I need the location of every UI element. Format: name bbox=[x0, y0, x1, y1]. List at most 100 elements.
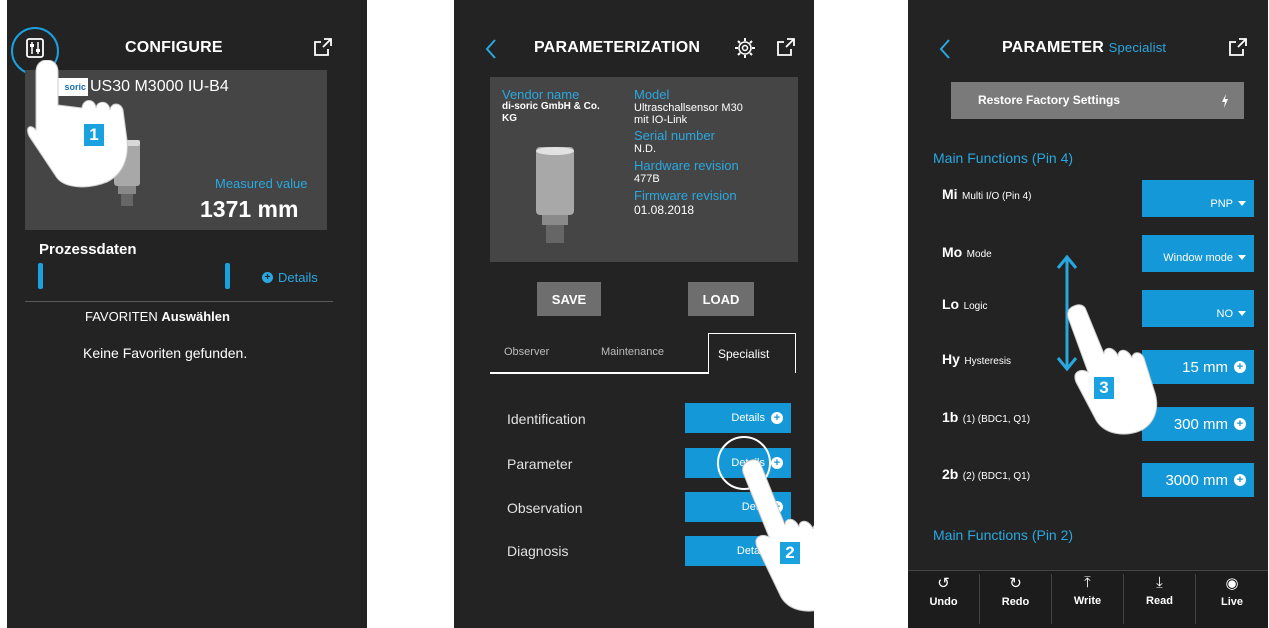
step-badge: 3 bbox=[1093, 376, 1115, 400]
chevron-down-icon bbox=[1238, 255, 1246, 260]
toolbar-label: Redo bbox=[1001, 596, 1030, 608]
input-value: 300 mm bbox=[1173, 415, 1228, 433]
param-label-mi: Mi Multi I/O (Pin 4) bbox=[942, 186, 1031, 204]
read-icon: ⤓ bbox=[1156, 574, 1163, 591]
divider bbox=[25, 301, 333, 302]
back-icon[interactable] bbox=[484, 38, 498, 65]
toolbar-write[interactable]: ⤒ Write bbox=[1052, 574, 1124, 624]
select-value: NO bbox=[1216, 307, 1234, 320]
vendor-value-2: KG bbox=[502, 113, 517, 124]
plus-icon: + bbox=[1234, 361, 1246, 373]
measured-value: 1371 mm bbox=[200, 196, 299, 222]
save-button[interactable]: SAVE bbox=[537, 282, 601, 316]
row-identification-label: Identification bbox=[507, 411, 586, 427]
param-code: 2b bbox=[942, 466, 959, 482]
no-favorites-text: Keine Favoriten gefunden. bbox=[83, 345, 248, 361]
redo-icon: ↻ bbox=[1009, 575, 1022, 592]
hardware-label: Hardware revision bbox=[634, 158, 739, 173]
page-title: PARAMETERIZATION bbox=[534, 39, 701, 56]
param-name: Logic bbox=[963, 301, 988, 312]
sensor-image bbox=[533, 147, 577, 252]
details-plus-icon: + bbox=[262, 272, 273, 283]
toolbar-read[interactable]: ⤓ Read bbox=[1124, 574, 1196, 624]
details-label: Details bbox=[278, 270, 318, 285]
vendor-value-1: di-soric GmbH & Co. bbox=[502, 101, 600, 112]
share-icon[interactable] bbox=[1227, 36, 1249, 63]
toolbar-label: Write bbox=[1073, 595, 1102, 607]
process-bar-right bbox=[225, 263, 230, 289]
row-parameter-label: Parameter bbox=[507, 456, 573, 472]
toolbar-label: Live bbox=[1220, 596, 1243, 608]
tab-maintenance[interactable]: Maintenance bbox=[601, 346, 664, 358]
pointing-hand bbox=[1066, 300, 1166, 445]
toolbar-live[interactable]: ◉ Live bbox=[1196, 574, 1268, 624]
param-code: Mi bbox=[942, 186, 958, 202]
serial-value: N.D. bbox=[634, 143, 656, 155]
param-code: Hy bbox=[942, 351, 960, 367]
param-label-mo: Mo Mode bbox=[942, 244, 992, 262]
toolbar-undo[interactable]: ↺ Undo bbox=[908, 574, 980, 624]
configure-screen: CONFIGURE soric US30 M3000 IU-B4 Measure… bbox=[7, 0, 367, 628]
back-icon[interactable] bbox=[938, 38, 952, 65]
toolbar-label: Read bbox=[1146, 595, 1173, 607]
load-button[interactable]: LOAD bbox=[688, 282, 754, 316]
chevron-down-icon bbox=[1238, 201, 1246, 206]
write-icon: ⤒ bbox=[1084, 574, 1091, 591]
param-label-hy: Hy Hysteresis bbox=[942, 351, 1011, 369]
details-label: Details bbox=[731, 412, 765, 424]
tab-observer[interactable]: Observer bbox=[504, 346, 549, 358]
restore-label: Restore Factory Settings bbox=[978, 93, 1121, 107]
parameter-specialist-screen: PARAMETER Specialist Restore Factory Set… bbox=[908, 0, 1268, 628]
param-name: Multi I/O (Pin 4) bbox=[962, 191, 1032, 202]
hardware-value: 477B bbox=[634, 173, 660, 185]
toolbar-redo[interactable]: ↻ Redo bbox=[980, 574, 1052, 624]
select-value: PNP bbox=[1210, 197, 1233, 210]
row-diagnosis-label: Diagnosis bbox=[507, 543, 569, 559]
select-value: Window mode bbox=[1163, 251, 1233, 264]
undo-icon: ↺ bbox=[937, 575, 950, 592]
parameterization-screen: PARAMETERIZATION Vendor name di-soric Gm… bbox=[454, 0, 814, 628]
restore-factory-button[interactable]: Restore Factory Settings bbox=[951, 82, 1244, 119]
chevron-down-icon bbox=[1238, 311, 1246, 316]
row-observation-label: Observation bbox=[507, 500, 583, 516]
process-bar-left bbox=[38, 263, 43, 289]
page-title: PARAMETER Specialist bbox=[1002, 39, 1166, 57]
step-badge: 2 bbox=[779, 541, 801, 565]
param-name: (2) (BDC1, Q1) bbox=[962, 471, 1031, 482]
step-badge: 1 bbox=[83, 123, 105, 147]
param-code: Mo bbox=[942, 244, 963, 260]
title-main: PARAMETER bbox=[1002, 39, 1104, 56]
page-title: CONFIGURE bbox=[125, 39, 223, 56]
mode-select[interactable]: Window mode bbox=[1142, 235, 1254, 272]
gear-icon[interactable] bbox=[734, 37, 756, 64]
multi-io-select[interactable]: PNP bbox=[1142, 180, 1254, 217]
switch-point-2-input[interactable]: 3000 mm + bbox=[1142, 463, 1254, 497]
share-icon[interactable] bbox=[312, 36, 334, 63]
favorites-prefix: FAVORITEN bbox=[85, 309, 158, 324]
model-label: Model bbox=[634, 87, 670, 102]
measured-label: Measured value bbox=[215, 176, 308, 191]
identification-details-button[interactable]: Details + bbox=[685, 403, 791, 433]
details-link[interactable]: + Details bbox=[262, 270, 318, 285]
title-sub: Specialist bbox=[1108, 40, 1167, 55]
tab-specialist[interactable]: Specialist bbox=[718, 347, 769, 361]
param-name: Mode bbox=[966, 249, 992, 260]
pointing-hand bbox=[739, 457, 814, 622]
process-label: Prozessdaten bbox=[39, 241, 137, 258]
param-label-1b: 1b (1) (BDC1, Q1) bbox=[942, 409, 1030, 427]
favorites-action: Auswählen bbox=[161, 309, 230, 324]
plus-icon: + bbox=[771, 412, 783, 424]
share-icon[interactable] bbox=[775, 36, 797, 63]
vendor-label: Vendor name bbox=[502, 87, 580, 102]
plus-icon: + bbox=[1234, 418, 1246, 430]
toolbar-label: Undo bbox=[929, 596, 958, 608]
favorites-header[interactable]: FAVORITEN Auswählen bbox=[85, 309, 230, 324]
pointing-hand bbox=[27, 59, 137, 195]
input-value: 3000 mm bbox=[1165, 471, 1228, 489]
input-value: 15 mm bbox=[1182, 358, 1228, 376]
param-code: Lo bbox=[942, 296, 960, 312]
param-label-2b: 2b (2) (BDC1, Q1) bbox=[942, 466, 1030, 484]
section-heading: Main Functions (Pin 2) bbox=[933, 527, 1074, 543]
firmware-value: 01.08.2018 bbox=[634, 203, 695, 217]
live-icon: ◉ bbox=[1225, 575, 1239, 592]
